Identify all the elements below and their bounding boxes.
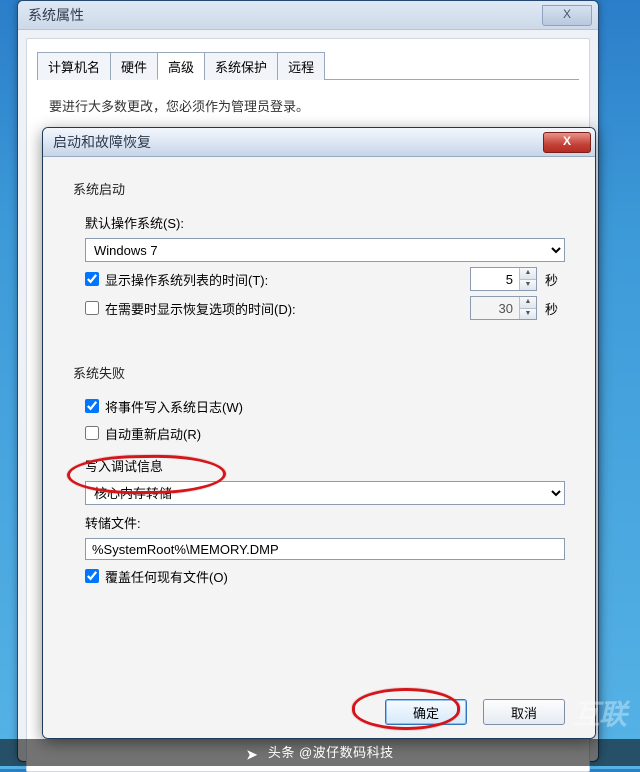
write-debug-combo[interactable]: 核心内存转储	[85, 481, 565, 505]
show-os-list-spinner[interactable]: ▲▼	[470, 267, 537, 291]
tabs: 计算机名 硬件 高级 系统保护 远程	[37, 51, 579, 80]
show-recovery-value	[471, 297, 519, 319]
tab-computer-name[interactable]: 计算机名	[37, 52, 111, 80]
tab-hardware[interactable]: 硬件	[110, 52, 158, 80]
auto-restart-checkbox[interactable]	[85, 426, 99, 440]
show-recovery-spinner: ▲▼	[470, 296, 537, 320]
section-startup-title: 系统启动	[73, 179, 565, 198]
write-debug-label: 写入调试信息	[85, 456, 565, 475]
chevron-up-icon[interactable]: ▲	[520, 268, 536, 279]
show-recovery-label: 在需要时显示恢复选项的时间(D):	[105, 299, 470, 318]
show-os-list-unit: 秒	[545, 270, 565, 289]
tab-system-protection[interactable]: 系统保护	[204, 52, 278, 80]
parent-titlebar: 系统属性 X	[18, 1, 598, 30]
chevron-down-icon: ▼	[520, 308, 536, 320]
show-recovery-checkbox[interactable]	[85, 301, 99, 315]
default-os-label: 默认操作系统(S):	[85, 213, 565, 232]
tab-remote[interactable]: 远程	[277, 52, 325, 80]
log-event-label: 将事件写入系统日志(W)	[105, 397, 565, 416]
footer-attribution: ➤ 头条 @波仔数码科技	[0, 739, 640, 766]
show-os-list-value[interactable]	[471, 268, 519, 290]
dialog-button-bar: 确定 取消	[73, 687, 565, 725]
chevron-up-icon: ▲	[520, 297, 536, 308]
show-recovery-unit: 秒	[545, 299, 565, 318]
show-os-list-checkbox[interactable]	[85, 272, 99, 286]
startup-recovery-dialog: 启动和故障恢复 X 系统启动 默认操作系统(S): Windows 7 显示操作…	[42, 127, 596, 739]
default-os-combo[interactable]: Windows 7	[85, 238, 565, 262]
dialog-titlebar: 启动和故障恢复 X	[43, 128, 595, 157]
parent-body-text: 要进行大多数更改，您必须作为管理员登录。	[49, 96, 567, 115]
close-icon[interactable]: X	[543, 132, 591, 153]
overwrite-checkbox[interactable]	[85, 569, 99, 583]
footer-logo-icon: ➤	[246, 747, 257, 763]
parent-title: 系统属性	[28, 5, 542, 25]
close-icon[interactable]: X	[542, 5, 592, 26]
auto-restart-label: 自动重新启动(R)	[105, 424, 565, 443]
dialog-title: 启动和故障恢复	[53, 132, 543, 152]
log-event-checkbox[interactable]	[85, 399, 99, 413]
tab-advanced[interactable]: 高级	[157, 52, 205, 80]
footer-source: @波仔数码科技	[299, 745, 394, 760]
section-startup: 默认操作系统(S): Windows 7 显示操作系统列表的时间(T): ▲▼ …	[85, 206, 565, 325]
section-failure: 将事件写入系统日志(W) 自动重新启动(R) 写入调试信息 核心内存转储 转储文…	[85, 390, 565, 592]
dump-file-input[interactable]	[85, 538, 565, 560]
show-os-list-label: 显示操作系统列表的时间(T):	[105, 270, 470, 289]
footer-prefix: 头条	[268, 745, 295, 760]
dump-file-label: 转储文件:	[85, 513, 565, 532]
cancel-button[interactable]: 取消	[483, 699, 565, 725]
ok-button[interactable]: 确定	[385, 699, 467, 725]
overwrite-label: 覆盖任何现有文件(O)	[105, 567, 565, 586]
section-failure-title: 系统失败	[73, 363, 565, 382]
chevron-down-icon[interactable]: ▼	[520, 279, 536, 291]
dialog-content: 系统启动 默认操作系统(S): Windows 7 显示操作系统列表的时间(T)…	[43, 157, 595, 739]
